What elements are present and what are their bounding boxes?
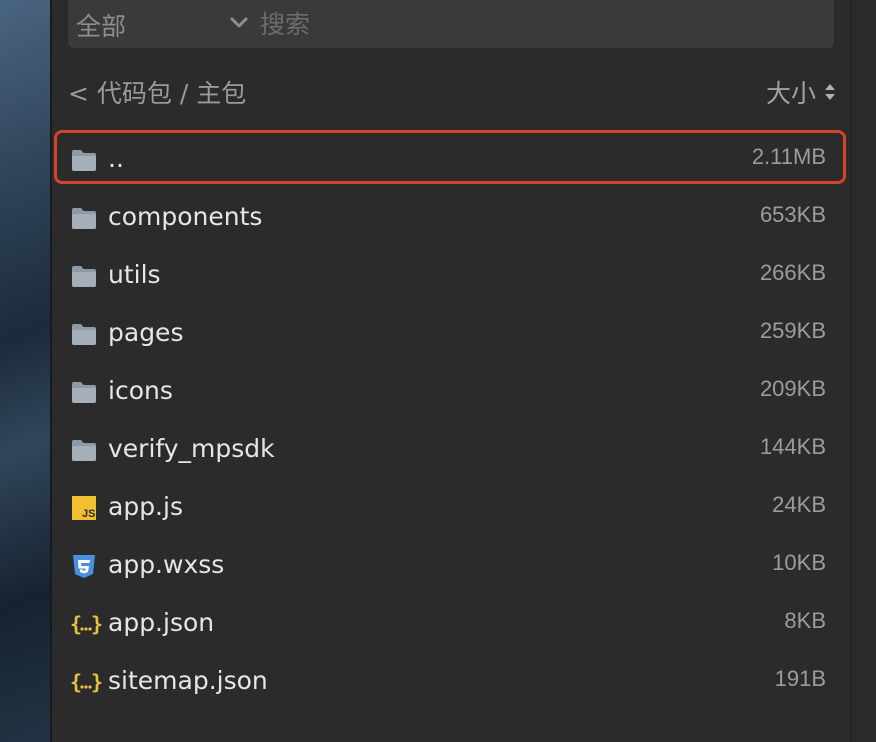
file-name: components	[108, 202, 263, 231]
sort-by-size-button[interactable]: 大小	[766, 74, 836, 110]
svg-text:}: }	[91, 612, 102, 636]
scope-select[interactable]: 全部	[76, 7, 126, 43]
highlight-box	[54, 130, 846, 184]
file-name: utils	[108, 260, 161, 289]
svg-text:{: {	[70, 670, 82, 694]
file-name: ..	[108, 144, 124, 173]
file-row[interactable]: icons 209KB	[52, 362, 850, 420]
file-size-panel: 全部 < 代码包 / 主包 大小 .. 2.11MB components 65…	[52, 0, 850, 742]
svg-text:}: }	[91, 670, 102, 694]
file-row[interactable]: .. 2.11MB	[52, 130, 850, 188]
file-row[interactable]: utils 266KB	[52, 246, 850, 304]
file-size: 10KB	[772, 550, 826, 575]
search-input[interactable]	[260, 4, 820, 44]
folder-icon	[70, 205, 98, 231]
file-row[interactable]: components 653KB	[52, 188, 850, 246]
file-row[interactable]: pages 259KB	[52, 304, 850, 362]
file-name: verify_mpsdk	[108, 434, 275, 463]
json-file-icon: { }	[70, 669, 103, 695]
file-name: app.json	[108, 608, 215, 637]
file-name: app.wxss	[108, 550, 225, 579]
file-name: sitemap.json	[108, 666, 268, 695]
js-file-icon: JS	[70, 495, 98, 521]
file-name: pages	[108, 318, 184, 347]
folder-icon	[70, 147, 98, 173]
file-name: app.js	[108, 492, 183, 521]
file-size: 8KB	[784, 608, 826, 633]
desktop-background	[0, 0, 52, 742]
filter-bar: 全部	[68, 0, 834, 48]
file-size: 259KB	[759, 318, 826, 343]
file-size: 209KB	[759, 376, 826, 401]
folder-icon	[70, 263, 98, 289]
folder-icon	[70, 437, 98, 463]
sort-arrows-icon	[825, 84, 835, 100]
file-row[interactable]: verify_mpsdk 144KB	[52, 420, 850, 478]
chevron-down-icon[interactable]	[228, 12, 250, 34]
folder-icon	[70, 321, 98, 347]
file-size: 191B	[774, 666, 826, 691]
file-size: 266KB	[759, 260, 826, 285]
json-file-icon: { }	[70, 611, 103, 637]
svg-text:{: {	[70, 612, 82, 636]
breadcrumb[interactable]: < 代码包 / 主包	[68, 74, 246, 110]
file-row[interactable]: { } sitemap.json 191B	[52, 652, 850, 710]
file-name: icons	[108, 376, 173, 405]
file-size: 653KB	[759, 202, 826, 227]
file-list: .. 2.11MB components 653KB utils 266KB p…	[52, 130, 850, 710]
svg-text:JS: JS	[82, 508, 95, 520]
scrollbar-track[interactable]	[850, 0, 876, 742]
css-file-icon	[70, 553, 98, 579]
file-row[interactable]: app.wxss 10KB	[52, 536, 850, 594]
file-size: 144KB	[759, 434, 826, 459]
sort-label: 大小	[765, 79, 816, 108]
folder-icon	[70, 379, 98, 405]
file-row[interactable]: JS app.js 24KB	[52, 478, 850, 536]
file-size: 24KB	[772, 492, 826, 517]
file-row[interactable]: { } app.json 8KB	[52, 594, 850, 652]
file-size: 2.11MB	[751, 144, 826, 169]
